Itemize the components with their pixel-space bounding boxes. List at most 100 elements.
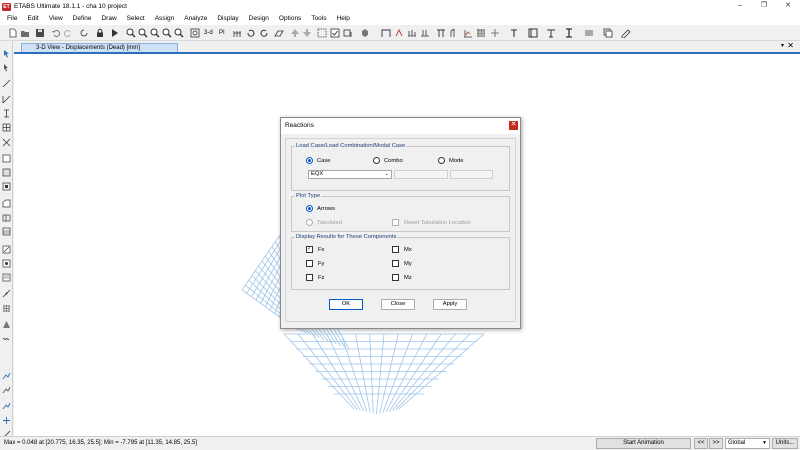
3d-view-icon[interactable]: 3-d [204, 28, 216, 38]
menu-display[interactable]: Display [212, 13, 243, 25]
minimize-button[interactable]: – [728, 0, 752, 13]
draw-beam-icon[interactable] [2, 95, 11, 104]
open-file-icon[interactable] [20, 28, 30, 38]
next-button[interactable]: >> [709, 438, 723, 449]
draw-ramp-icon[interactable] [2, 245, 11, 254]
select-icon[interactable] [317, 28, 327, 38]
draw-wall-icon[interactable] [2, 168, 11, 177]
mz-checkbox[interactable]: Mz [392, 274, 412, 281]
move-up-icon[interactable] [290, 28, 300, 38]
set-view-icon[interactable] [246, 28, 256, 38]
tab-list-dropdown[interactable]: ▾ [781, 41, 784, 51]
dimension-icon[interactable] [546, 28, 556, 38]
elevation-view-icon[interactable] [233, 28, 243, 38]
graph-icon[interactable] [463, 28, 473, 38]
menu-analyze[interactable]: Analyze [179, 13, 212, 25]
draw-spring-icon[interactable] [2, 334, 11, 343]
reshape-icon[interactable] [2, 63, 11, 72]
snap-options-icon[interactable] [2, 416, 11, 425]
zoom-out-icon[interactable] [138, 28, 148, 38]
menu-view[interactable]: View [44, 13, 68, 25]
color-icon[interactable] [603, 28, 613, 38]
draw-x-brace-icon[interactable] [2, 138, 11, 147]
fy-checkbox[interactable]: Fy [306, 260, 324, 267]
load-case-select[interactable]: EQX ⌄ [308, 170, 392, 179]
draw-tendon-icon[interactable] [2, 273, 11, 282]
draw-area-icon[interactable] [2, 199, 11, 208]
menu-select[interactable]: Select [122, 13, 150, 25]
draw-opening-icon[interactable] [2, 182, 11, 191]
story-response-icon[interactable] [450, 28, 460, 38]
previous-button[interactable]: << [694, 438, 708, 449]
zoom-window-icon[interactable] [150, 28, 160, 38]
menu-tools[interactable]: Tools [306, 13, 331, 25]
close-button[interactable]: Close [381, 299, 415, 310]
mode-radio[interactable]: Mode [438, 157, 464, 164]
undo-icon[interactable] [51, 28, 61, 38]
draw-floor-icon[interactable] [2, 154, 11, 163]
tab-3d-view[interactable]: 3-D View - Displacements (Dead) [mm] [21, 43, 178, 52]
select-previous-icon[interactable] [2, 385, 11, 394]
grid-icon[interactable] [476, 28, 486, 38]
draw-joint-icon[interactable] [2, 79, 11, 88]
view-close-button[interactable]: ✕ [787, 41, 794, 51]
draw-column-icon[interactable] [2, 109, 11, 118]
draw-slab-icon[interactable] [2, 213, 11, 222]
zoom-previous-icon[interactable] [174, 28, 184, 38]
menu-define[interactable]: Define [68, 13, 97, 25]
refresh-icon[interactable] [79, 28, 89, 38]
redo-icon[interactable] [63, 28, 73, 38]
plan-view-icon[interactable]: PI [219, 28, 229, 38]
combo-radio[interactable]: Combo [373, 157, 403, 164]
close-window-button[interactable]: ✕ [776, 0, 800, 13]
draw-grid-icon[interactable] [2, 304, 11, 313]
perspective-icon[interactable] [274, 28, 284, 38]
menu-edit[interactable]: Edit [22, 13, 43, 25]
arrows-radio[interactable]: Arrows [306, 205, 335, 212]
rubber-band-zoom-icon[interactable] [190, 28, 200, 38]
ok-button[interactable]: OK [329, 299, 363, 310]
run-analysis-icon[interactable] [110, 28, 120, 38]
pointer-icon[interactable] [2, 49, 11, 58]
coord-system-select[interactable]: Global ▼ [725, 438, 770, 449]
object-shrink-icon[interactable] [343, 28, 353, 38]
draw-link-icon[interactable] [2, 289, 11, 298]
my-checkbox[interactable]: My [392, 260, 412, 267]
draw-icon[interactable] [381, 28, 391, 38]
menu-design[interactable]: Design [244, 13, 274, 25]
line-weight-icon[interactable] [584, 28, 594, 38]
text-icon[interactable] [509, 28, 519, 38]
dialog-close-button[interactable]: ✕ [509, 121, 518, 130]
menu-file[interactable]: File [2, 13, 22, 25]
select-all-icon[interactable] [2, 371, 11, 380]
fz-checkbox[interactable]: Fz [306, 274, 324, 281]
display-options-icon[interactable] [330, 28, 340, 38]
apply-button[interactable]: Apply [433, 299, 467, 310]
case-radio[interactable]: Case [306, 157, 331, 164]
save-icon[interactable] [35, 28, 45, 38]
frame-forces-icon[interactable] [407, 28, 417, 38]
pan-icon[interactable] [162, 28, 172, 38]
menu-help[interactable]: Help [332, 13, 355, 25]
draw-support-icon[interactable] [2, 320, 11, 329]
menu-assign[interactable]: Assign [150, 13, 180, 25]
lock-icon[interactable] [95, 28, 105, 38]
beam-section-icon[interactable] [564, 28, 574, 38]
mx-checkbox[interactable]: Mx [392, 246, 412, 253]
units-button[interactable]: Units... [772, 438, 798, 449]
move-down-icon[interactable] [302, 28, 312, 38]
menu-draw[interactable]: Draw [96, 13, 121, 25]
fx-checkbox[interactable]: ✓ Fx [306, 246, 324, 253]
draw-dimension-icon[interactable] [2, 259, 11, 268]
new-file-icon[interactable] [8, 28, 18, 38]
select-by-property-icon[interactable] [2, 401, 11, 410]
zoom-in-icon[interactable] [126, 28, 136, 38]
snap-icon[interactable] [490, 28, 500, 38]
section-icon[interactable] [528, 28, 538, 38]
extrude-view-icon[interactable] [360, 28, 370, 38]
maximize-button[interactable]: ❐ [752, 0, 776, 13]
start-animation-button[interactable]: Start Animation [596, 438, 691, 449]
menu-options[interactable]: Options [274, 13, 306, 25]
rotate-icon[interactable] [259, 28, 269, 38]
deformed-shape-icon[interactable] [420, 28, 430, 38]
